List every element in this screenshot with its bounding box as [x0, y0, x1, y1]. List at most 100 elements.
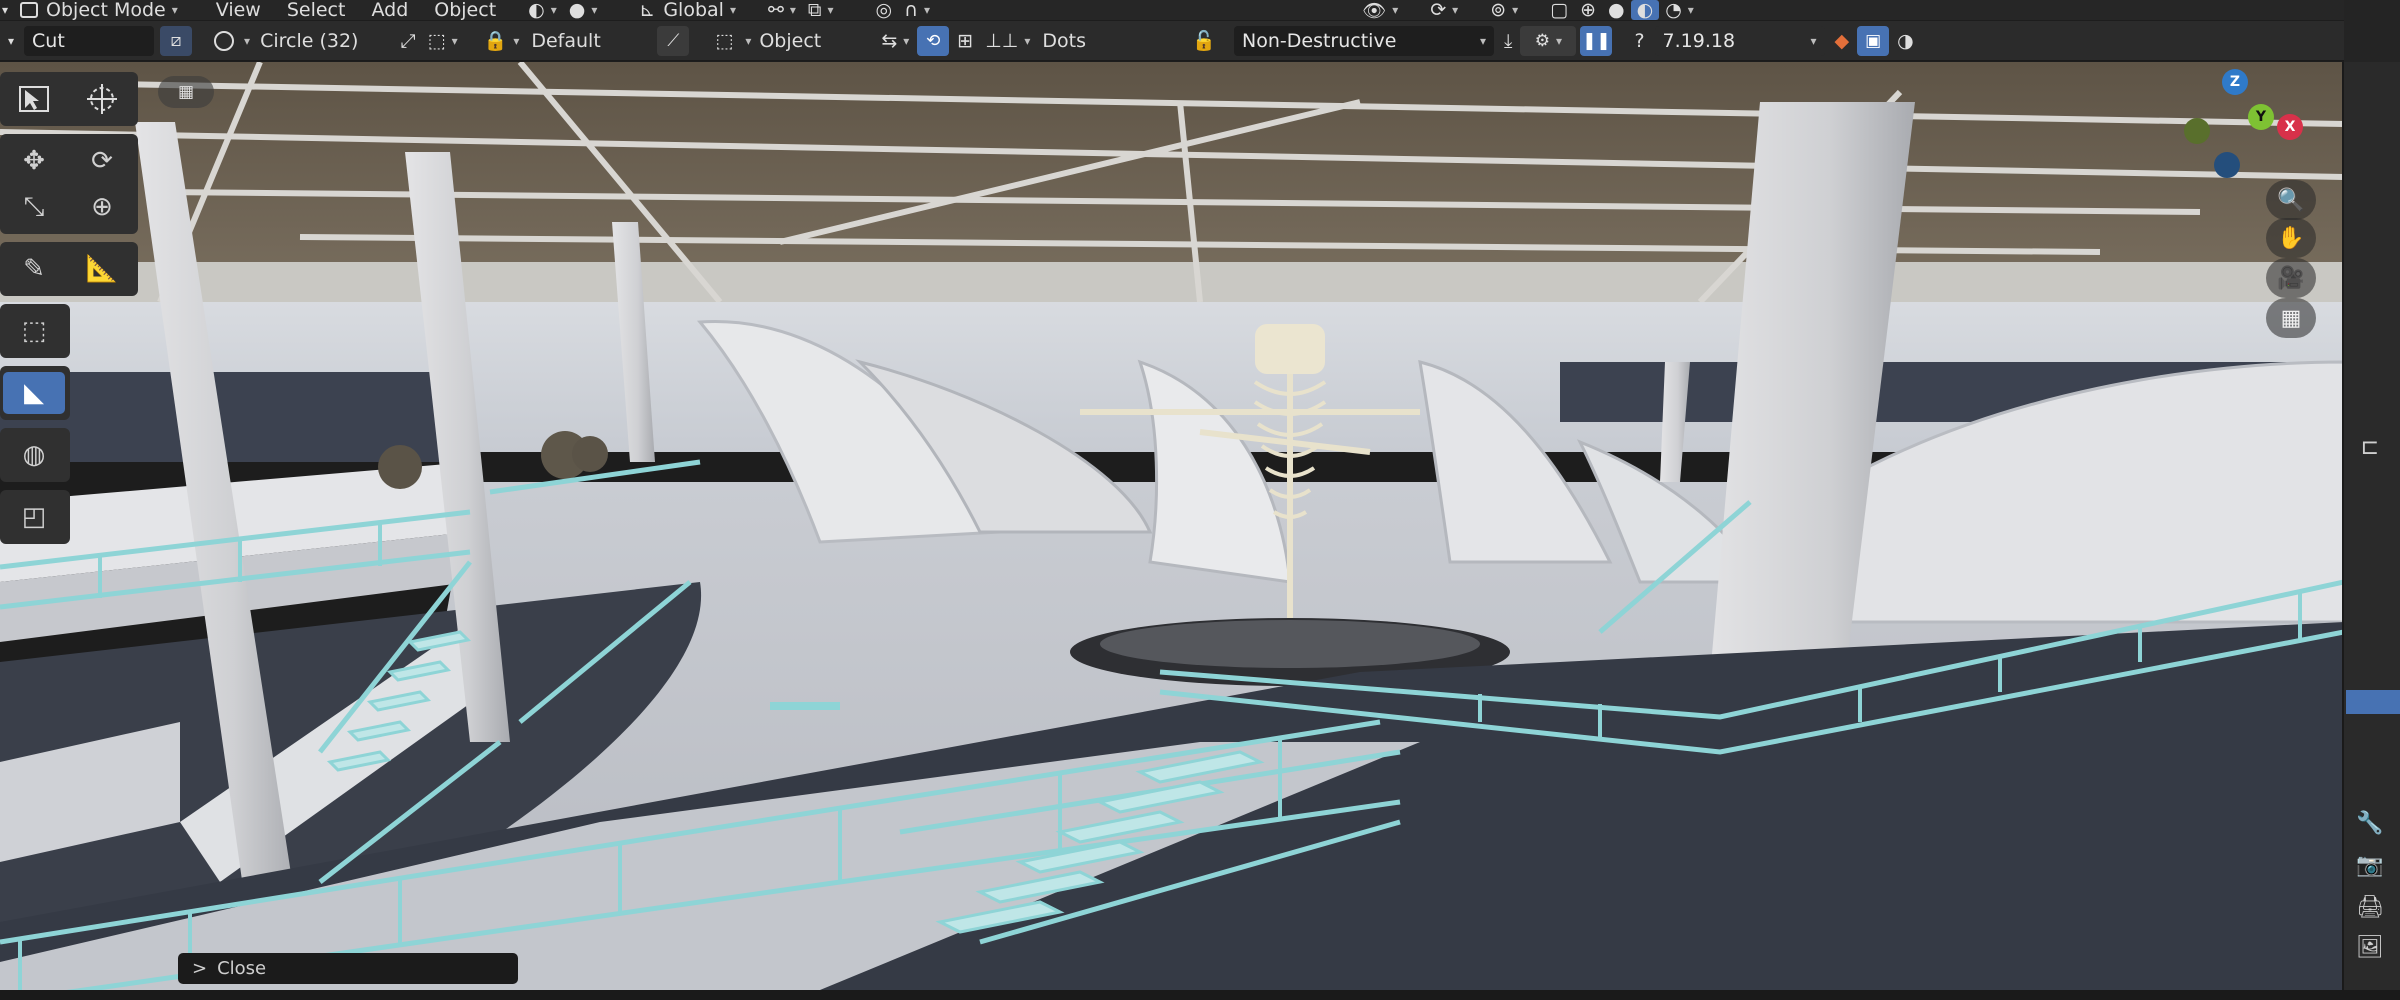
scale-icon[interactable]: ⤡	[3, 186, 65, 228]
neg-y-axis-ball[interactable]	[2184, 118, 2210, 144]
shape-label: Circle (32)	[260, 29, 359, 52]
frame-icon: ⬚	[715, 29, 734, 52]
grid-icon[interactable]: ▦	[2266, 298, 2316, 338]
camera-icon[interactable]: 🎥	[2266, 258, 2316, 298]
orientation-preset[interactable]: Default	[525, 21, 655, 60]
overlay-icon[interactable]: ⊚ ▾	[1484, 0, 1524, 21]
snap-icon[interactable]: ⧉ ▾	[802, 0, 840, 21]
zoom-icon[interactable]: 🔍	[2266, 180, 2316, 220]
cursor-icon[interactable]	[71, 78, 133, 120]
view-layer-icon[interactable]: 🖼	[2350, 930, 2390, 964]
y-axis-ball[interactable]: Y	[2248, 104, 2274, 130]
active-tab-highlight	[2346, 690, 2400, 714]
output-properties-icon[interactable]: 🖨	[2350, 890, 2390, 924]
display-dropdown[interactable]: Dots	[1036, 21, 1186, 60]
neg-z-axis-ball[interactable]	[2214, 152, 2240, 178]
chevron-down-icon: ▾	[171, 3, 178, 17]
solid-shading-icon[interactable]: ●	[1602, 0, 1631, 21]
checker-icon[interactable]: ▦	[158, 76, 214, 108]
chevron-right-icon: >	[192, 958, 208, 979]
measure-icon[interactable]: 📐	[71, 248, 133, 290]
chevron-down-icon: ▾	[729, 3, 736, 17]
version-field: 7.19.18 ▾	[1654, 25, 1825, 56]
shading-half-icon[interactable]: ◑	[1891, 21, 1920, 60]
tool-group-add: ⬚	[0, 304, 70, 358]
falloff-curve-icon[interactable]: ∩ ▾	[898, 0, 936, 21]
snap-magnet-icon[interactable]: ⟲	[917, 25, 950, 56]
pan-icon[interactable]: ✋	[2266, 218, 2316, 258]
tool-shelf: ✥ ⟳ ⤡ ⊕ ✎ 📐 ⬚ ◣ ◍ ◰	[0, 72, 140, 552]
rendered-shading-icon[interactable]: ◔ ▾	[1659, 0, 1700, 21]
transform-icon[interactable]: ⊕	[71, 186, 133, 228]
tool-properties-icon[interactable]: 🔧	[2350, 806, 2390, 840]
visibility-eye-icon[interactable]: 👁 ▾	[1356, 0, 1404, 22]
target-dropdown[interactable]: ⬚ ▾ Object	[709, 21, 875, 60]
shading-pie-icon[interactable]: ◐ ▾	[522, 0, 563, 21]
resize-arrows-icon[interactable]: ⤢	[394, 21, 421, 60]
tool-settings-bar: ▾ Cut ⧄ ▾ Circle (32) ⤢ ⬚ ▾ 🔒 ▾ Default ⟋ …	[0, 21, 2344, 61]
add-cube-icon[interactable]: ⬚	[3, 310, 65, 352]
modifier-icon[interactable]: ⇆ ▾	[875, 21, 915, 60]
tool-group-cut: ◣	[0, 366, 70, 420]
x-axis-ball[interactable]: X	[2277, 114, 2303, 140]
slash-icon[interactable]: ⟋	[657, 25, 690, 56]
pivot-icon[interactable]: ⚯ ▾	[762, 0, 802, 21]
version-label: 7.19.18	[1662, 29, 1736, 52]
menu-add[interactable]: Add	[365, 0, 414, 21]
cut-icon[interactable]: ◣	[3, 372, 65, 414]
rotate-icon[interactable]: ⟳	[71, 140, 133, 182]
3d-viewport[interactable]	[0, 62, 2344, 990]
tool-name-field[interactable]: Cut	[24, 25, 155, 56]
bounding-box-icon[interactable]: ⬚ ▾	[422, 21, 464, 60]
move-icon[interactable]: ✥	[3, 140, 65, 182]
gizmo-toggle-icon[interactable]: ⟳ ▾	[1424, 0, 1464, 21]
destructive-mode-dropdown[interactable]: Non-Destructive ▾	[1234, 25, 1495, 56]
proportional-edit-icon[interactable]: ◎	[870, 0, 899, 21]
gear-icon[interactable]: ⚙ ▾	[1520, 25, 1577, 56]
chevron-down-icon: ▾	[745, 33, 752, 48]
navigation-gizmo[interactable]: Z Y X	[2170, 64, 2303, 184]
shape-icon[interactable]: ◍	[3, 434, 65, 476]
ruler-icon[interactable]: ⊥⊥ ▾	[979, 21, 1036, 60]
status-bar	[0, 990, 2400, 1000]
chevron-down-icon: ▾	[244, 33, 251, 48]
pause-icon[interactable]: ❚❚	[1580, 25, 1613, 56]
download-icon[interactable]: ⤓	[1498, 21, 1518, 60]
menu-object[interactable]: Object	[428, 0, 502, 21]
outliner-icon[interactable]: ⊏	[2350, 430, 2390, 464]
help-icon[interactable]: ?	[1628, 21, 1650, 60]
tool-group-transform: ✥ ⟳ ⤡ ⊕	[0, 134, 138, 234]
material-shading-icon[interactable]: ◐	[1630, 0, 1660, 21]
operator-panel[interactable]: > Close	[178, 953, 518, 984]
select-box-icon[interactable]	[3, 78, 65, 120]
grid-snap-icon[interactable]: ⊞	[951, 21, 979, 60]
mode-lock-icon[interactable]: 🔓	[1186, 21, 1222, 60]
mode-dropdown[interactable]: Object Mode ▾	[14, 0, 184, 21]
tool-group-select	[0, 72, 138, 126]
editor-type-button[interactable]: ▾	[0, 0, 14, 20]
render-properties-icon[interactable]: 📷	[2350, 848, 2390, 882]
xray-icon[interactable]: ▢	[1544, 0, 1574, 21]
material-ball-icon[interactable]: ● ▾	[563, 0, 604, 21]
scene-render	[0, 62, 2344, 990]
chevron-down-icon: ▾	[2, 3, 9, 17]
annotate-icon[interactable]: ✎	[3, 248, 65, 290]
fullscreen-icon[interactable]: ▣	[1857, 25, 1890, 56]
menu-select[interactable]: Select	[281, 0, 352, 21]
lock-icon[interactable]: 🔒 ▾	[478, 21, 526, 60]
menu-view[interactable]: View	[210, 0, 267, 21]
tool-group-extrude: ◰	[0, 490, 70, 544]
knife-settings-icon[interactable]: ⧄	[160, 25, 193, 56]
extrude-icon[interactable]: ◰	[3, 496, 65, 538]
chevron-down-icon: ▾	[1480, 33, 1487, 48]
viewport-header: ▾ Object Mode ▾ View Select Add Object ◐…	[0, 0, 2344, 22]
orientation-label: Global	[663, 0, 724, 21]
wireframe-shading-icon[interactable]: ⊕	[1574, 0, 1602, 21]
shape-dropdown[interactable]: ▾ Circle (32)	[208, 21, 364, 60]
orientation-dropdown[interactable]: ⊾ Global ▾	[633, 0, 742, 21]
z-axis-ball[interactable]: Z	[2222, 69, 2248, 95]
cube-addon-icon[interactable]: ◆	[1829, 21, 1856, 60]
destructive-mode-label: Non-Destructive	[1242, 29, 1397, 52]
tool-group-shape: ◍	[0, 428, 70, 482]
operator-panel-label: Close	[217, 958, 267, 979]
